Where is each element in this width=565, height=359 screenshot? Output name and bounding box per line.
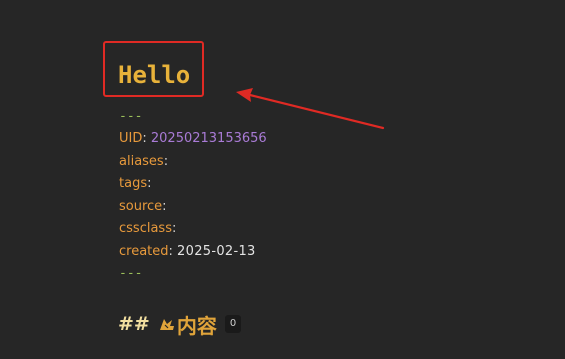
section-heading[interactable]: ## 内容 0 [118, 311, 242, 338]
frontmatter-key: UID [119, 131, 143, 146]
annotation-highlight-box [103, 41, 204, 97]
frontmatter-key: tags [119, 176, 148, 191]
annotation-arrow [236, 88, 385, 130]
frontmatter-field-aliases[interactable]: aliases: [119, 153, 168, 171]
frontmatter-field-cssclass[interactable]: cssclass: [119, 220, 176, 238]
heading-count-badge: 0 [224, 315, 242, 333]
frontmatter-close-delimiter: --- [119, 266, 143, 281]
frontmatter-open-delimiter: --- [119, 109, 143, 124]
frontmatter-key: source [119, 199, 163, 214]
pen-icon [158, 315, 176, 333]
heading-text: 内容 [176, 313, 217, 338]
frontmatter-value: 20250213153656 [150, 131, 267, 146]
heading-marker: ## [118, 313, 150, 335]
frontmatter-value: 2025-02-13 [177, 244, 256, 259]
frontmatter-key: cssclass [119, 221, 172, 236]
frontmatter-field-uid[interactable]: UID: 20250213153656 [119, 130, 267, 148]
frontmatter-field-source[interactable]: source: [119, 198, 167, 216]
frontmatter-key: created [119, 244, 169, 259]
frontmatter-field-created[interactable]: created: 2025-02-13 [119, 243, 256, 261]
frontmatter-field-tags[interactable]: tags: [119, 175, 151, 193]
frontmatter-key: aliases [119, 154, 164, 169]
